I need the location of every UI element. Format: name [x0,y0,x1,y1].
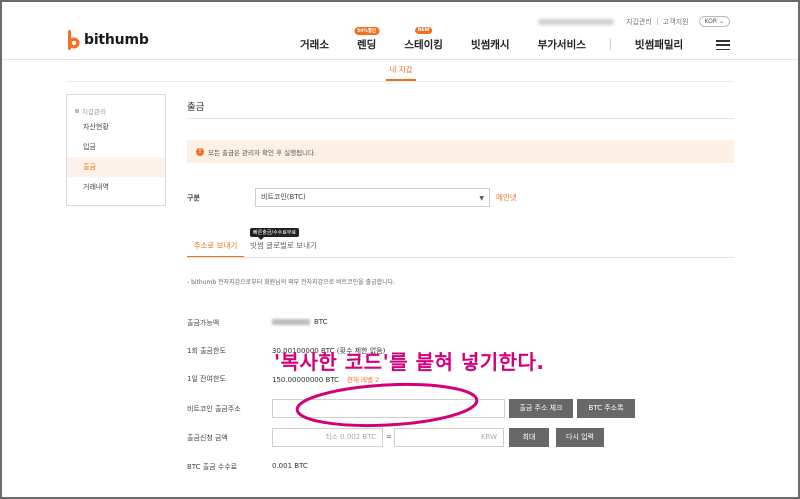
nav-services[interactable]: 부가서비스 [538,37,586,52]
wallet-manage-link[interactable]: 지갑관리 [626,17,652,27]
chevron-down-icon: ⌄ [719,18,725,25]
sidebar: 지갑관리 자산현황 입금 출금 거래내역 [66,94,166,206]
mainnet-link[interactable]: 메인넷 [496,192,517,203]
daily-limit-value: 150.00000000 BTC 현재 레벨 2 [272,376,380,384]
main-nav: 거래소 50%할인 렌딩 NEW 스테이킹 빗썸캐시 부가서비스 빗썸패밀리 [300,27,711,52]
level-link[interactable]: 현재 레벨 2 [347,376,379,384]
max-button[interactable]: 최대 [509,428,549,447]
amount-input[interactable]: 최소 0.002 BTC [272,428,383,447]
tab-send-global[interactable]: 빗썸 글로벌로 보내기 [250,240,317,251]
nav-cash[interactable]: 빗썸캐시 [471,37,510,52]
nav-family[interactable]: 빗썸패밀리 [635,37,683,52]
reset-button[interactable]: 다시 입력 [556,428,604,447]
tabs-divider [187,257,734,258]
once-limit-label: 1회 출금한도 [187,347,226,355]
nav-lending[interactable]: 50%할인 렌딩 [354,27,380,52]
sidebar-title: 지갑관리 [67,95,165,117]
sidebar-item-history[interactable]: 거래내역 [67,177,165,197]
check-address-button[interactable]: 출금 주소 체크 [509,399,573,418]
daily-limit-label: 1일 잔여한도 [187,375,226,383]
address-input[interactable] [272,399,505,418]
util-separator [656,18,658,25]
nav-exchange[interactable]: 거래소 [300,37,329,52]
title-divider [187,118,734,119]
square-icon [75,108,79,113]
bithumb-logo-icon [68,30,80,50]
header-divider [0,59,800,60]
coin-select[interactable]: 비트코인(BTC) ▼ [255,188,490,207]
menu-icon[interactable] [716,40,730,50]
address-label: 비트코인 출금주소 [187,405,241,413]
nav-separator [609,39,611,50]
nav-badge-discount: 50%할인 [354,27,380,35]
logo-text: bithumb [84,32,149,48]
bithumb-logo[interactable]: bithumb [66,30,149,50]
amount-label: 출금신청 금액 [187,434,228,442]
caret-down-icon: ▼ [479,195,484,202]
fee-label: BTC 출금 수수료 [187,463,238,471]
notice-banner: ! 모든 출금은 관리자 확인 후 실행됩니다. [187,140,734,163]
description-text: - bithumb 전자지갑으로부터 회원님의 외부 전자지갑으로 비트코인을 … [187,279,396,286]
available-label: 출금가능액 [187,319,220,327]
notice-text: 모든 출금은 관리자 확인 후 실행됩니다. [208,148,317,157]
sidebar-item-withdraw[interactable]: 출금 [67,157,165,177]
page-title: 출금 [187,102,205,113]
subtab-divider [66,81,734,82]
tab-my-wallet[interactable]: 내 지갑 [386,64,416,75]
tab-send-address[interactable]: 주소로 보내기 [187,240,244,251]
support-link[interactable]: 고객지원 [663,17,689,27]
krw-input[interactable]: KRW [394,428,504,447]
fee-value: 0.001 BTC [272,462,308,470]
nav-badge-new: NEW [414,27,433,34]
info-icon: ! [196,147,204,156]
nav-staking[interactable]: NEW 스테이킹 [404,27,443,52]
address-book-button[interactable]: BTC 주소록 [577,399,635,418]
user-name-blurred [538,18,614,25]
utility-bar: 지갑관리 고객지원 KOR ⌄ [538,16,731,27]
language-select[interactable]: KOR ⌄ [698,16,731,27]
sidebar-item-assets[interactable]: 자산현황 [67,117,165,137]
annotation-text: '복사한 코드'를 붙혀 넣기한다. [274,350,545,374]
fast-withdraw-badge: 빠른출금/수수료무료 [250,228,300,240]
equals-sign: = [386,433,392,441]
available-value: BTC [272,318,328,326]
language-label: KOR [704,18,718,25]
coin-select-value: 비트코인(BTC) [261,193,306,201]
coin-label: 구분 [187,194,200,202]
available-amount-blurred [272,319,310,325]
sidebar-item-deposit[interactable]: 입금 [67,137,165,157]
